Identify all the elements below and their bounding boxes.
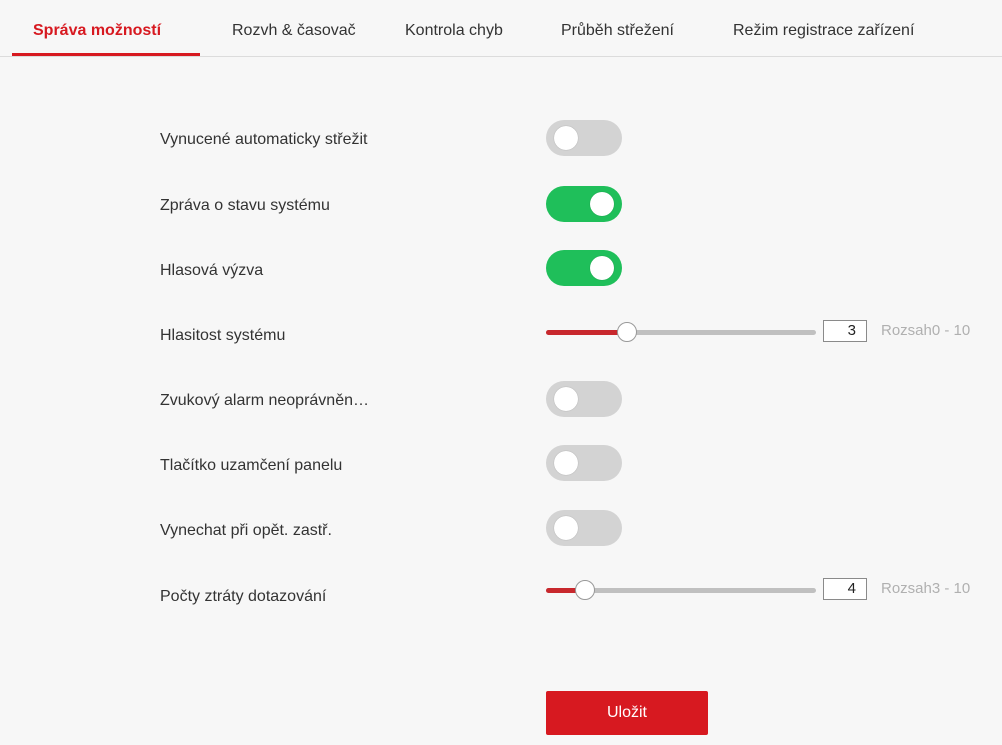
voice-prompt-label: Hlasová výzva bbox=[160, 262, 264, 279]
tamper-audible-alarm-toggle[interactable] bbox=[546, 381, 622, 417]
slider-fill bbox=[546, 330, 627, 335]
active-tab-indicator bbox=[12, 53, 200, 56]
tab-schedule-timer[interactable]: Rozvh & časovač bbox=[232, 22, 356, 56]
tamper-audible-alarm-label: Zvukový alarm neoprávněn… bbox=[160, 392, 369, 409]
tab-option-management[interactable]: Správa možností bbox=[33, 22, 161, 56]
forced-auto-arm-toggle[interactable] bbox=[546, 120, 622, 156]
system-volume-slider[interactable] bbox=[546, 322, 816, 342]
system-status-report-label: Zpráva o stavu systému bbox=[160, 197, 330, 214]
polling-loss-count-slider[interactable] bbox=[546, 580, 816, 600]
panel-lock-button-label: Tlačítko uzamčení panelu bbox=[160, 457, 343, 474]
toggle-knob bbox=[554, 451, 578, 475]
system-status-report-toggle[interactable] bbox=[546, 186, 622, 222]
panel-lock-button-toggle[interactable] bbox=[546, 445, 622, 481]
bypass-on-rearm-toggle[interactable] bbox=[546, 510, 622, 546]
polling-loss-count-label: Počty ztráty dotazování bbox=[160, 588, 327, 605]
polling-loss-count-range-hint: Rozsah3 - 10 bbox=[881, 580, 971, 597]
toggle-knob bbox=[554, 387, 578, 411]
voice-prompt-toggle[interactable] bbox=[546, 250, 622, 286]
toggle-knob bbox=[554, 126, 578, 150]
slider-thumb[interactable] bbox=[575, 580, 595, 600]
bypass-on-rearm-label: Vynechat při opět. zastř. bbox=[160, 522, 332, 539]
slider-thumb[interactable] bbox=[617, 322, 637, 342]
toggle-knob bbox=[554, 516, 578, 540]
forced-auto-arm-label: Vynucené automaticky střežit bbox=[160, 131, 368, 148]
save-button[interactable]: Uložit bbox=[546, 691, 708, 735]
tab-arming-process[interactable]: Průběh střežení bbox=[561, 22, 674, 56]
tab-fault-check[interactable]: Kontrola chyb bbox=[405, 22, 503, 56]
toggle-knob bbox=[590, 192, 614, 216]
tab-bar: Správa možností Rozvh & časovač Kontrola… bbox=[0, 0, 1002, 57]
tab-device-enrollment-mode[interactable]: Režim registrace zařízení bbox=[733, 22, 914, 56]
system-volume-label: Hlasitost systému bbox=[160, 327, 286, 344]
polling-loss-count-input[interactable]: 4 bbox=[823, 578, 867, 600]
system-volume-range-hint: Rozsah0 - 10 bbox=[881, 322, 971, 339]
system-volume-input[interactable]: 3 bbox=[823, 320, 867, 342]
toggle-knob bbox=[590, 256, 614, 280]
